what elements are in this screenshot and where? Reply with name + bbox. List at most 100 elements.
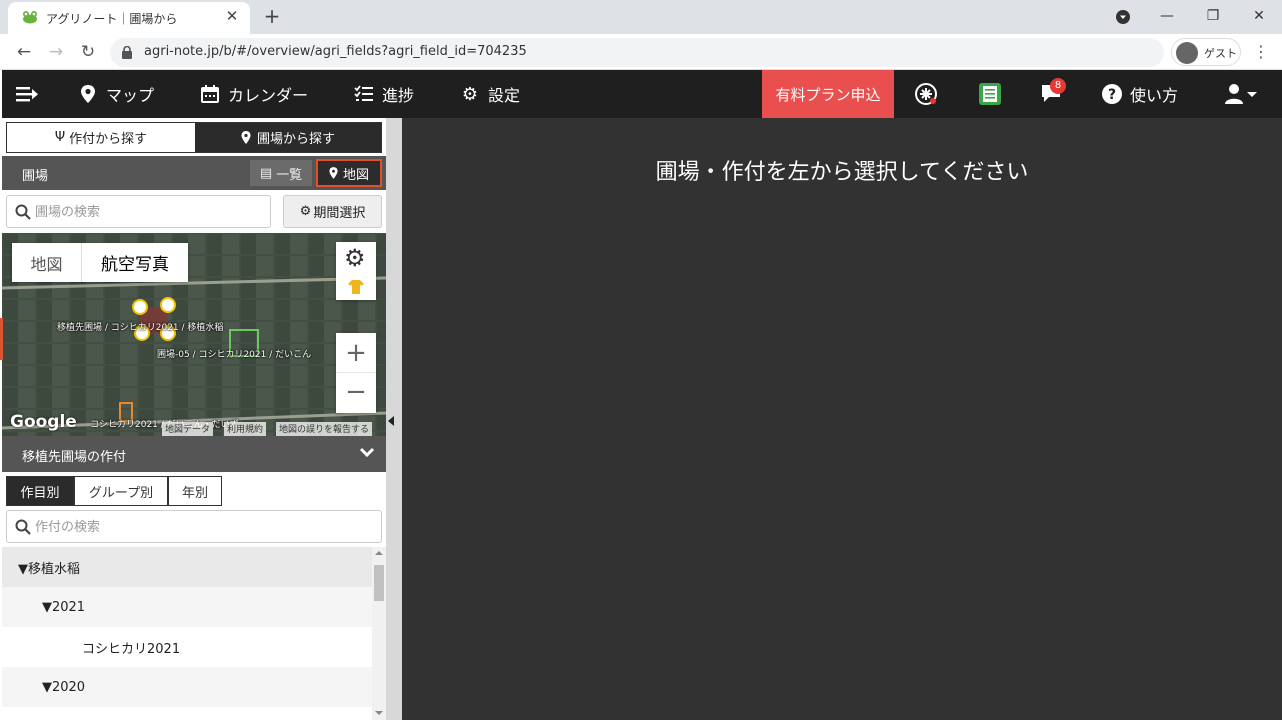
zoom-out-button[interactable]: − bbox=[336, 373, 376, 413]
search-mode-toggle: Ψ 作付から探す 圃場から探す bbox=[6, 122, 382, 153]
crop-search-input[interactable] bbox=[35, 517, 365, 537]
frog-icon bbox=[23, 11, 37, 24]
weather-button[interactable] bbox=[914, 70, 938, 118]
list-view-button[interactable]: ▤ 一覧 bbox=[250, 160, 312, 186]
crop-section-title: 移植先圃場の作付 bbox=[22, 450, 127, 465]
map-type-satellite[interactable]: 航空写真 bbox=[82, 243, 188, 282]
field-section-title: 圃場 bbox=[22, 169, 49, 184]
address-bar[interactable]: agri-note.jp/b/#/overview/agri_fields?ag… bbox=[110, 38, 1164, 67]
scroll-down-icon[interactable] bbox=[375, 709, 383, 717]
profile-button[interactable]: ゲスト bbox=[1171, 38, 1241, 66]
field-search-input[interactable] bbox=[35, 202, 265, 222]
close-icon[interactable]: ✕ bbox=[222, 6, 242, 26]
tree-item-label: ▼移植水稲 bbox=[18, 561, 80, 577]
nav-map[interactable]: マップ bbox=[78, 70, 154, 118]
kebab-menu-icon[interactable]: ⋮ bbox=[1253, 40, 1269, 64]
tree-item-crop-type[interactable]: ▼移植水稲 bbox=[2, 547, 372, 587]
browser-tab[interactable]: アグリノート｜圃場から ✕ bbox=[8, 2, 250, 34]
messages-button[interactable] bbox=[1040, 70, 1064, 118]
url-text: agri-note.jp/b/#/overview/agri_fields?ag… bbox=[144, 44, 527, 59]
browser-toolbar: ← → ↻ agri-note.jp/b/#/overview/agri_fie… bbox=[0, 34, 1282, 70]
map-pin-icon bbox=[329, 167, 338, 179]
sprout-icon: Ψ bbox=[54, 130, 66, 145]
nav-calendar[interactable]: カレンダー bbox=[200, 70, 308, 118]
tree-item-label: ▼2021 bbox=[42, 599, 86, 615]
tree-scrollbar[interactable] bbox=[372, 547, 386, 720]
journal-button[interactable] bbox=[978, 70, 1002, 118]
list-icon: ▤ bbox=[259, 165, 273, 181]
tab-by-group[interactable]: グループ別 bbox=[74, 476, 168, 506]
tab-title: アグリノート｜圃場から bbox=[46, 12, 178, 26]
browser-tabstrip: アグリノート｜圃場から ✕ + — ❐ ✕ bbox=[0, 0, 1282, 34]
reload-icon[interactable]: ↻ bbox=[76, 40, 100, 64]
crop-section-header[interactable]: 移植先圃場の作付 bbox=[2, 436, 386, 472]
calendar-icon bbox=[201, 85, 219, 103]
search-by-crop-button[interactable]: Ψ 作付から探す bbox=[7, 123, 195, 152]
checklist-icon bbox=[354, 85, 373, 101]
zoom-in-button[interactable]: + bbox=[336, 333, 376, 373]
back-arrow-icon[interactable]: ← bbox=[12, 40, 36, 64]
notification-badge: 8 bbox=[1050, 78, 1066, 94]
list-view-label: 一覧 bbox=[276, 167, 303, 183]
search-icon bbox=[15, 204, 31, 220]
avatar-icon bbox=[1176, 42, 1198, 64]
map-field-label: 移植先圃場 / コシヒカリ2021 / 移植水稲 bbox=[57, 323, 224, 333]
nav-progress-label: 進捗 bbox=[382, 86, 415, 105]
nav-settings-label: 設定 bbox=[488, 86, 521, 105]
forward-arrow-icon[interactable]: → bbox=[44, 40, 68, 64]
map-view-label: 地図 bbox=[342, 167, 369, 183]
map-pin-icon bbox=[241, 131, 251, 144]
empty-state-message: 圃場・作付を左から選択してください bbox=[655, 160, 1029, 185]
user-dropdown-icon bbox=[1225, 84, 1257, 104]
pegman-icon bbox=[348, 280, 364, 294]
paid-plan-button[interactable]: 有料プラン申込 bbox=[762, 70, 894, 118]
tree-item-crop[interactable]: コシヒカリ2021 bbox=[2, 627, 372, 667]
nav-progress[interactable]: 進捗 bbox=[354, 70, 414, 118]
nav-help-label: 使い方 bbox=[1130, 86, 1179, 105]
map-view-button[interactable]: 地図 bbox=[316, 159, 382, 187]
map-type-control: 地図 航空写真 bbox=[12, 243, 188, 282]
chevron-down-icon bbox=[359, 447, 375, 458]
search-icon bbox=[15, 519, 31, 535]
nav-help[interactable]: ? 使い方 bbox=[1102, 70, 1178, 118]
new-tab-icon[interactable]: + bbox=[260, 5, 284, 29]
gear-icon: ⚙ bbox=[344, 244, 366, 272]
period-select-label: 期間選択 bbox=[313, 206, 366, 221]
window-close-icon[interactable]: ✕ bbox=[1246, 4, 1272, 28]
search-by-field-button[interactable]: 圃場から探す bbox=[195, 123, 381, 152]
collapse-arrow-icon[interactable] bbox=[388, 416, 394, 426]
panel-edge-accent bbox=[0, 318, 3, 360]
left-panel: Ψ 作付から探す 圃場から探す 圃場 ▤ 一覧 地図 ⚙ 期間選択 bbox=[2, 118, 386, 720]
search-by-field-label: 圃場から探す bbox=[256, 132, 335, 147]
nav-map-label: マップ bbox=[106, 86, 155, 105]
tree-item-label: ▼2020 bbox=[42, 679, 86, 695]
user-menu-button[interactable] bbox=[1224, 70, 1258, 118]
map-field-label: 圃場-05 / コシヒカリ2021 / だいこん bbox=[157, 350, 312, 360]
scroll-up-icon[interactable] bbox=[375, 549, 383, 557]
tab-by-crop[interactable]: 作目別 bbox=[6, 476, 74, 506]
tree-item-label: コシヒカリ2021 bbox=[82, 641, 181, 657]
period-select-button[interactable]: ⚙ 期間選択 bbox=[283, 195, 382, 228]
download-circle-icon[interactable] bbox=[1115, 9, 1131, 25]
tree-item-year[interactable]: ▼2020 bbox=[2, 667, 372, 707]
minimize-icon[interactable]: — bbox=[1154, 4, 1180, 28]
nav-settings[interactable]: ⚙ 設定 bbox=[460, 70, 520, 118]
main-content: 圃場・作付を左から選択してください bbox=[402, 118, 1282, 720]
map-type-roadmap[interactable]: 地図 bbox=[12, 243, 82, 282]
tree-item-year[interactable]: ▼2021 bbox=[2, 587, 372, 627]
sun-badge-icon bbox=[915, 83, 937, 105]
map-view[interactable]: 地図 航空写真 ⚙ + − 移植先圃場 / コシヒカリ2021 / 移植水稲 圃… bbox=[2, 233, 386, 439]
map-settings-control[interactable]: ⚙ bbox=[336, 242, 376, 300]
nav-calendar-label: カレンダー bbox=[228, 86, 309, 105]
menu-toggle-button[interactable] bbox=[16, 70, 38, 118]
field-search-box bbox=[6, 195, 271, 228]
map-pin-icon bbox=[81, 85, 95, 103]
scroll-thumb[interactable] bbox=[374, 565, 384, 601]
lock-icon bbox=[122, 46, 132, 59]
crop-search-box bbox=[6, 510, 382, 543]
restore-icon[interactable]: ❐ bbox=[1200, 4, 1226, 28]
gear-icon: ⚙ bbox=[461, 83, 479, 105]
app-header: マップ カレンダー 進捗 ⚙ 設定 有料プラン申込 ? 使い方 bbox=[2, 70, 1282, 118]
svg-text:?: ? bbox=[1108, 87, 1116, 103]
tab-by-year[interactable]: 年別 bbox=[168, 476, 222, 506]
